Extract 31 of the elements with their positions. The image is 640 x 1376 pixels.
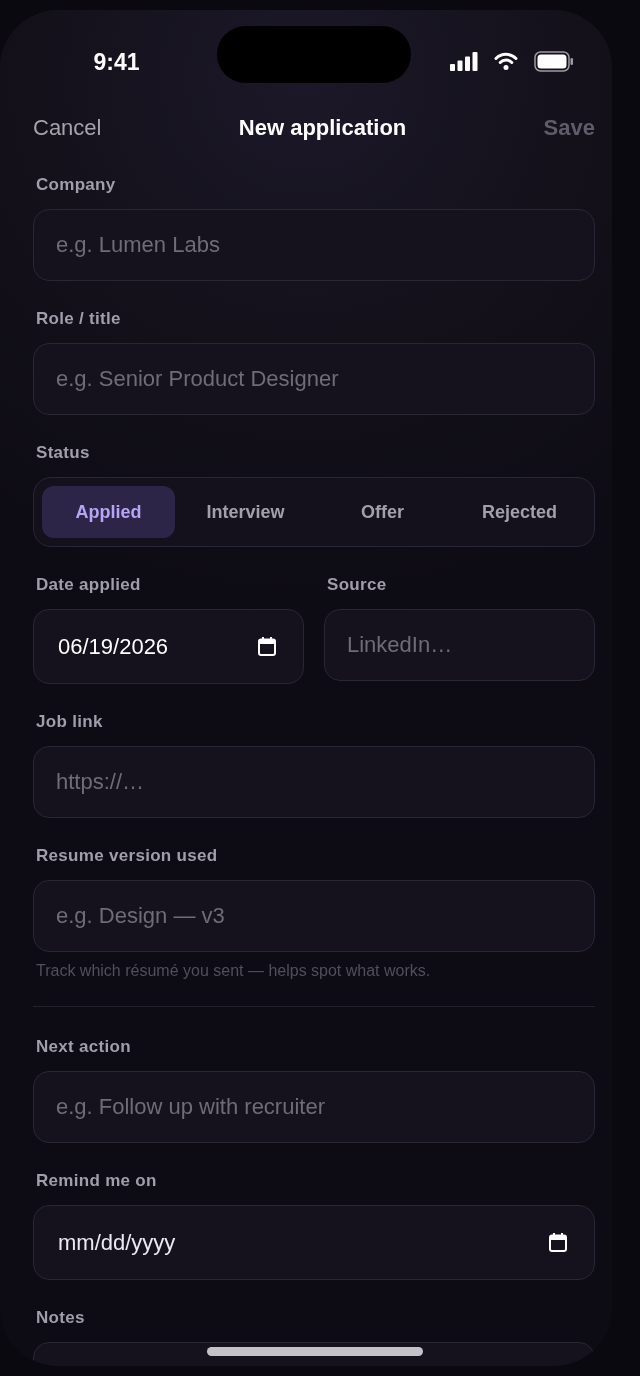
wifi-icon (494, 52, 518, 70)
date-field[interactable]: mm/dd/yyyy (33, 1205, 595, 1280)
screen-title: New application (238, 114, 407, 142)
text-field[interactable]: e.g. Follow up with recruiter (33, 1071, 595, 1143)
field-label: Source (326, 574, 388, 596)
field-label: Status (35, 442, 91, 464)
signal-icon (450, 51, 478, 71)
battery-icon (534, 50, 574, 72)
field-label: Role / title (35, 308, 122, 330)
status-time: 9:41 (92, 49, 141, 77)
field-label: Resume version used (35, 845, 219, 867)
text-field[interactable]: e.g. Senior Product Designer (33, 343, 595, 415)
calendar-icon[interactable] (549, 1233, 567, 1252)
field-label: Notes (35, 1307, 86, 1329)
status-option[interactable]: Offer (316, 486, 449, 538)
status-option[interactable]: Applied (42, 486, 175, 538)
helper-text: Track which résumé you sent — helps spot what works. (35, 962, 432, 980)
text-field[interactable]: e.g. Design — v3 (33, 880, 595, 952)
field-label: Job link (35, 711, 104, 733)
status-option[interactable]: Interview (179, 486, 312, 538)
text-field[interactable]: https://… (33, 746, 595, 818)
status-option[interactable]: Rejected (453, 486, 586, 538)
calendar-icon[interactable] (258, 637, 276, 656)
field-label: Next action (35, 1036, 132, 1058)
cancel-button[interactable]: Cancel (33, 114, 102, 142)
text-field[interactable]: LinkedIn… (324, 609, 595, 681)
text-field[interactable]: e.g. Lumen Labs (33, 209, 595, 281)
field-label: Company (35, 174, 117, 196)
date-field[interactable]: 06/19/2026 (33, 609, 304, 684)
field-label: Remind me on (35, 1170, 158, 1192)
field-label: Date applied (35, 574, 142, 596)
